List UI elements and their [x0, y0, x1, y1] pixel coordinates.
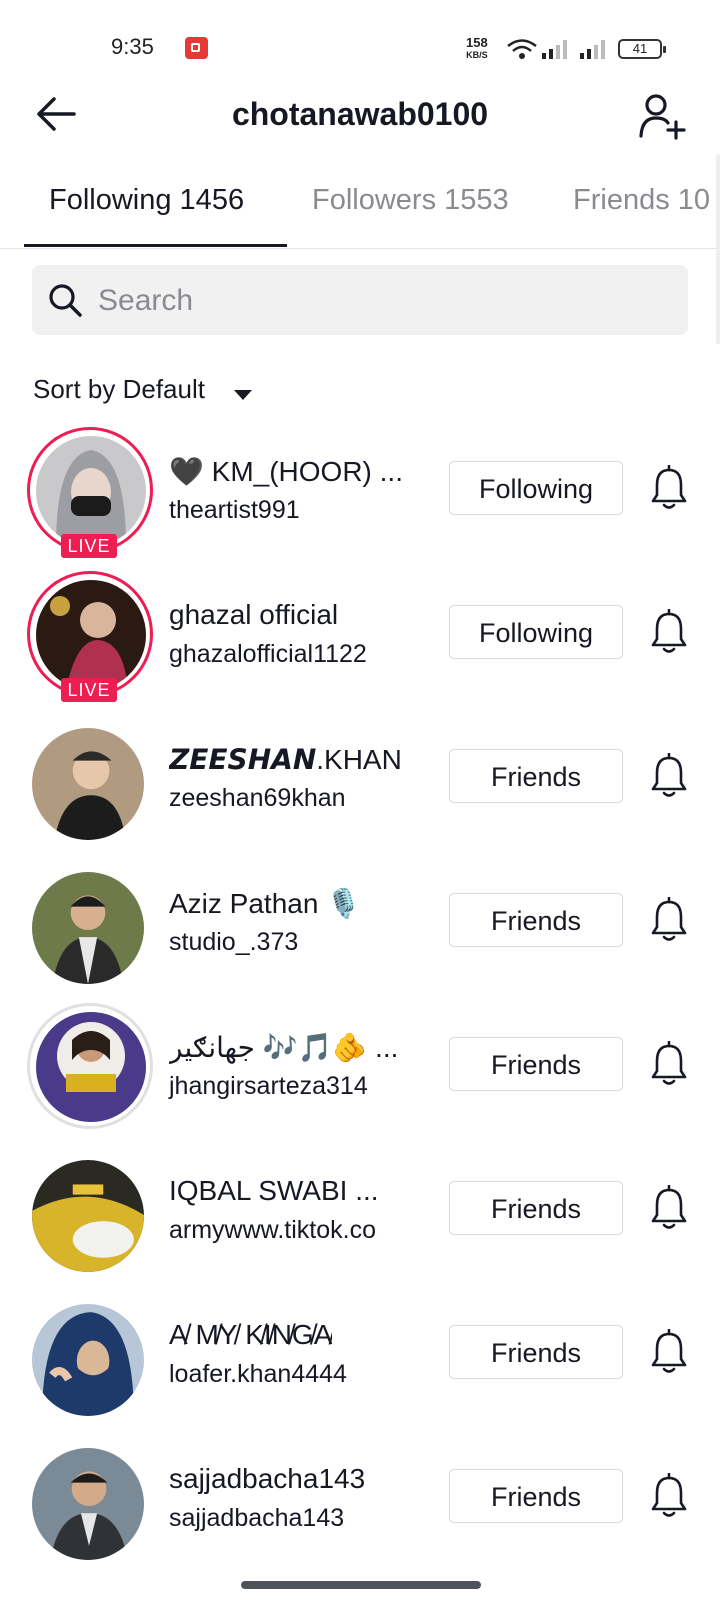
user-display-name[interactable]: 🖤 KM_(HOOR) ... — [169, 455, 403, 488]
sort-dropdown[interactable]: Sort by Default — [33, 374, 205, 405]
net-speed: 158 KB/S — [466, 36, 488, 62]
live-badge: LIVE — [61, 678, 117, 702]
friends-button[interactable]: Friends — [449, 749, 623, 803]
signal-icon — [580, 40, 605, 59]
avatar[interactable] — [32, 1448, 144, 1560]
avatar-ring[interactable] — [27, 1003, 153, 1129]
tab-following[interactable]: Following 1456 — [49, 184, 244, 217]
avatar-ring[interactable] — [27, 1291, 153, 1417]
list-item[interactable]: LIVE 🖤 KM_(HOOR) ... theartist991 Follow… — [0, 425, 720, 569]
user-display-name[interactable]: Aziz Pathan 🎙️ — [169, 887, 361, 920]
user-handle[interactable]: sajjadbacha143 — [169, 1504, 344, 1533]
status-bar: 9:35 158 KB/S 41 — [0, 0, 720, 96]
list-item[interactable]: IQBAL SWABI ... armywww.tiktok.co Friend… — [0, 1145, 720, 1289]
user-display-name[interactable]: جهانګیر 🎶🎵🫵 ... — [169, 1031, 398, 1064]
tab-friends[interactable]: Friends 10 — [573, 184, 710, 217]
friends-button[interactable]: Friends — [449, 1469, 623, 1523]
friends-button[interactable]: Friends — [449, 1181, 623, 1235]
search-input[interactable] — [96, 277, 670, 325]
avatar[interactable] — [32, 728, 144, 840]
battery-level: 41 — [632, 41, 648, 56]
bell-icon[interactable] — [650, 1041, 688, 1087]
user-handle[interactable]: loafer.khan4444 — [169, 1360, 347, 1389]
bell-icon[interactable] — [650, 1185, 688, 1231]
friends-button[interactable]: Friends — [449, 1037, 623, 1091]
avatar[interactable] — [36, 580, 146, 690]
avatar[interactable] — [32, 872, 144, 984]
avatar-ring[interactable] — [27, 1435, 153, 1561]
bell-icon[interactable] — [650, 465, 688, 511]
tab-bar: Following 1456 Followers 1553 Friends 10 — [0, 170, 720, 249]
avatar-ring[interactable] — [27, 859, 153, 985]
list-item[interactable]: جهانګیر 🎶🎵🫵 ... jhangirsarteza314 Friend… — [0, 1001, 720, 1145]
user-display-name[interactable]: A̸ M̸Y̸ K̸I̸N̸G̸A̸ — [169, 1319, 332, 1351]
user-handle[interactable]: ghazalofficial1122 — [169, 640, 367, 669]
tab-followers[interactable]: Followers 1553 — [312, 184, 509, 217]
bell-icon[interactable] — [650, 1329, 688, 1375]
battery-icon: 41 — [618, 39, 666, 59]
bell-icon[interactable] — [650, 897, 688, 943]
avatar[interactable] — [32, 1160, 144, 1272]
avatar[interactable] — [36, 436, 146, 546]
bell-icon[interactable] — [650, 1473, 688, 1519]
avatar[interactable] — [32, 1304, 144, 1416]
list-item[interactable]: LIVE ghazal official ghazalofficial1122 … — [0, 569, 720, 713]
avatar-ring[interactable] — [27, 715, 153, 841]
following-button[interactable]: Following — [449, 461, 623, 515]
scrollbar[interactable] — [716, 154, 720, 344]
active-tab-indicator — [24, 244, 287, 247]
net-speed-value: 158 — [466, 35, 488, 50]
list-item[interactable]: A̸ M̸Y̸ K̸I̸N̸G̸A̸ loafer.khan4444 Frien… — [0, 1289, 720, 1433]
user-display-name[interactable]: IQBAL SWABI ... — [169, 1175, 379, 1207]
list-item[interactable]: sajjadbacha143 sajjadbacha143 Friends — [0, 1433, 720, 1577]
caret-down-icon[interactable] — [234, 390, 252, 400]
avatar-ring[interactable] — [27, 1147, 153, 1273]
search-bar[interactable] — [32, 265, 688, 335]
user-handle[interactable]: studio_.373 — [169, 928, 298, 957]
user-display-name[interactable]: 𝙕𝙀𝙀𝙎𝙃𝘼𝙉.KHAN — [169, 743, 402, 776]
wifi-icon — [507, 39, 537, 59]
live-badge: LIVE — [61, 534, 117, 558]
bell-icon[interactable] — [650, 753, 688, 799]
user-handle[interactable]: theartist991 — [169, 496, 300, 525]
user-handle[interactable]: jhangirsarteza314 — [169, 1072, 368, 1101]
friends-button[interactable]: Friends — [449, 893, 623, 947]
user-handle[interactable]: zeeshan69khan — [169, 784, 346, 813]
screen-record-icon — [185, 37, 208, 59]
list-item[interactable]: Aziz Pathan 🎙️ studio_.373 Friends — [0, 857, 720, 1001]
user-display-name[interactable]: ghazal official — [169, 599, 338, 631]
page-title: chotanawab0100 — [231, 96, 489, 132]
signal-icon — [542, 40, 567, 59]
add-user-icon[interactable] — [638, 92, 688, 142]
net-speed-unit: KB/S — [466, 50, 488, 60]
status-time: 9:35 — [111, 34, 154, 59]
following-button[interactable]: Following — [449, 605, 623, 659]
avatar[interactable] — [36, 1012, 146, 1122]
user-handle[interactable]: armywww.tiktok.co — [169, 1216, 376, 1245]
list-item[interactable]: 𝙕𝙀𝙀𝙎𝙃𝘼𝙉.KHAN zeeshan69khan Friends — [0, 713, 720, 857]
home-indicator[interactable] — [241, 1581, 481, 1589]
bell-icon[interactable] — [650, 609, 688, 655]
user-display-name[interactable]: sajjadbacha143 — [169, 1463, 365, 1495]
search-icon — [49, 284, 82, 317]
friends-button[interactable]: Friends — [449, 1325, 623, 1379]
